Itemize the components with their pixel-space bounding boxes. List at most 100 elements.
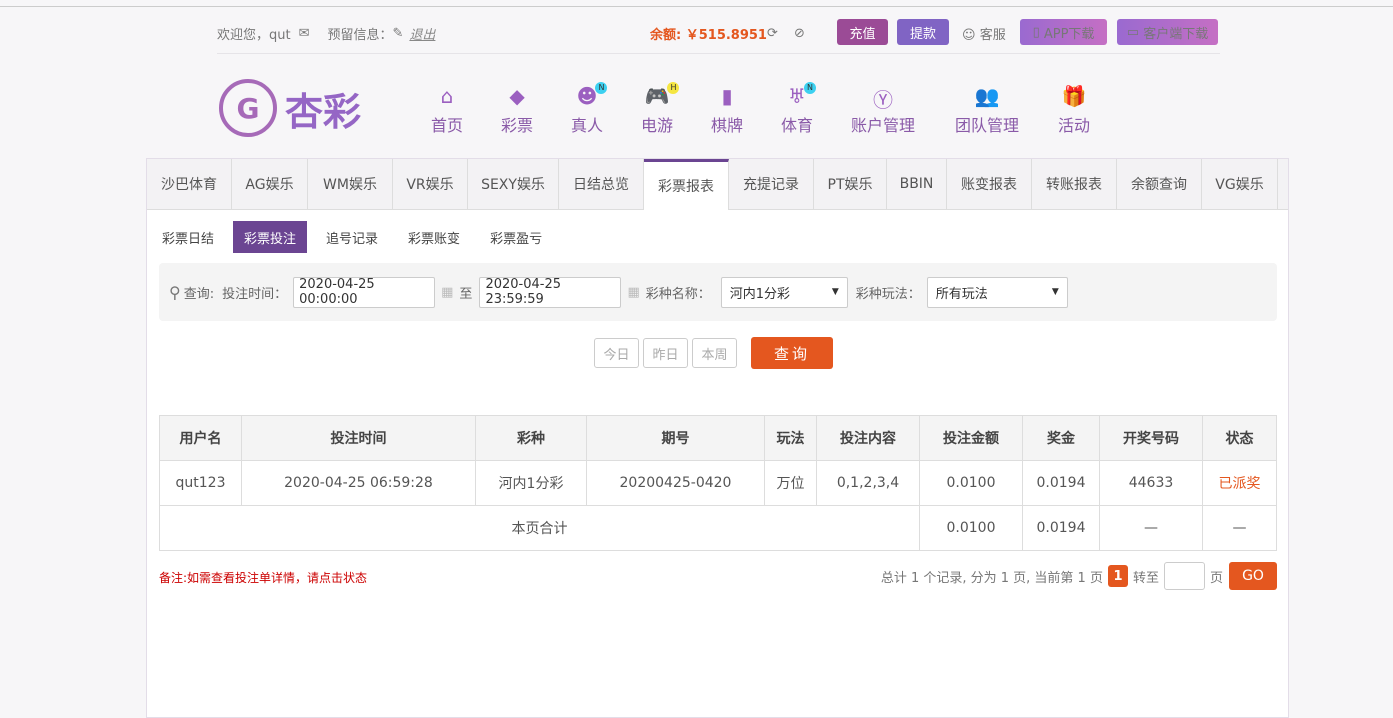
nav-label: 活动 [1058, 116, 1091, 135]
tab-vg[interactable]: VG娱乐 [1202, 159, 1278, 209]
nav-egames[interactable]: 🎮 H 电游 [641, 82, 680, 136]
nav-home[interactable]: ⌂ 首页 [431, 84, 463, 136]
lottery-name-label: 彩种名称： [645, 286, 711, 302]
trophy-icon: ♅ N [788, 82, 816, 110]
nav-cards[interactable]: ▮ 棋牌 [711, 84, 743, 136]
total-bonus: 0.0194 [1022, 505, 1100, 551]
start-time-input[interactable]: 2020-04-25 00:00:00 [293, 276, 436, 308]
tab-account-change[interactable]: 账变报表 [947, 159, 1032, 209]
tab-balance[interactable]: 余额查询 [1117, 159, 1202, 209]
total-label: 本页合计 [159, 505, 920, 551]
gamepad-icon: 🎮 H [645, 82, 680, 110]
cell-draw-numbers: 44633 [1099, 460, 1203, 506]
home-icon: ⌂ [440, 84, 454, 108]
nav-team[interactable]: 👥 团队管理 [955, 84, 1019, 136]
search-icon: ⚲ [169, 282, 181, 302]
tab-wm[interactable]: WM娱乐 [308, 159, 393, 209]
tab-deposit-withdraw[interactable]: 充提记录 [729, 159, 814, 209]
table-header-row: 用户名 投注时间 彩种 期号 玩法 投注内容 投注金额 奖金 开奖号码 状态 [159, 415, 1277, 461]
column-header: 用户名 [159, 415, 242, 461]
subtab-lottery-bets[interactable]: 彩票投注 [233, 221, 308, 253]
client-download-label: 客户端下载 [1143, 26, 1209, 42]
search-button[interactable]: 查询 [751, 337, 833, 369]
withdraw-button[interactable]: 提款 [897, 19, 949, 45]
today-button[interactable]: 今日 [594, 338, 639, 368]
report-tabs: 沙巴体育 AG娱乐 WM娱乐 VR娱乐 SEXY娱乐 日结总览 彩票报表 充提记… [147, 159, 1288, 210]
customer-service-link[interactable]: ☺ 客服 [962, 24, 1006, 43]
nav-lottery[interactable]: ◆ 彩票 [501, 84, 533, 136]
lottery-value: 河内1分彩 [729, 286, 791, 302]
service-label: 客服 [979, 28, 1006, 43]
tab-bbin[interactable]: BBIN [887, 159, 947, 209]
play-value: 所有玩法 [935, 286, 988, 302]
welcome-text: 欢迎您，qut [217, 28, 291, 43]
top-divider [0, 6, 1393, 7]
pager-summary: 总计 1 个记录, 分为 1 页, 当前第 1 页 [880, 570, 1103, 586]
nav-label: 真人 [571, 116, 604, 135]
current-page[interactable]: 1 [1107, 565, 1128, 587]
client-download-button[interactable]: ▭ 客户端下载 [1117, 19, 1218, 45]
nav-activity[interactable]: 🎁 活动 [1058, 84, 1090, 136]
tab-sexy[interactable]: SEXY娱乐 [468, 159, 559, 209]
pagination: 总计 1 个记录, 分为 1 页, 当前第 1 页 1 转至 页 GO [881, 562, 1277, 590]
edit-icon[interactable]: ✎ [393, 26, 404, 41]
total-numbers: — [1099, 505, 1203, 551]
subtab-chase-records[interactable]: 追号记录 [315, 221, 389, 253]
tab-ag[interactable]: AG娱乐 [232, 159, 308, 209]
page-input[interactable] [1163, 562, 1205, 590]
cards-icon: ▮ [721, 84, 733, 108]
calendar-icon[interactable]: ▦ [627, 285, 639, 300]
cell-play: 万位 [764, 460, 817, 506]
yesterday-button[interactable]: 昨日 [643, 338, 688, 368]
nav-label: 彩票 [501, 116, 534, 135]
calendar-icon[interactable]: ▦ [441, 285, 453, 300]
cell-issue: 20200425-0420 [586, 460, 765, 506]
cell-username: qut123 [159, 460, 242, 506]
nav-live[interactable]: ☻ N 真人 [571, 82, 608, 136]
sub-tabs: 彩票日结 彩票投注 追号记录 彩票账变 彩票盈亏 [151, 221, 561, 253]
nav-label: 团队管理 [955, 116, 1020, 135]
monitor-icon: ▭ [1126, 24, 1144, 40]
cell-lottery: 河内1分彩 [475, 460, 587, 506]
lottery-select[interactable]: 河内1分彩 ▼ [720, 276, 848, 308]
recharge-button[interactable]: 充值 [837, 19, 888, 45]
hide-eye-icon[interactable]: ⊘ [794, 26, 805, 41]
dropdown-arrow-icon: ▼ [831, 287, 839, 297]
total-amount: 0.0100 [919, 505, 1023, 551]
refresh-icon[interactable]: ⟳ [767, 26, 778, 41]
team-icon: 👥 [974, 84, 1000, 108]
mail-icon[interactable]: ✉ [299, 26, 310, 41]
cell-amount: 0.0100 [919, 460, 1023, 506]
subtab-lottery-profit[interactable]: 彩票盈亏 [479, 221, 553, 253]
badge: H [667, 82, 680, 94]
logout-link[interactable]: 退出 [409, 24, 435, 43]
nav-label: 首页 [431, 116, 464, 135]
logo[interactable]: G 杏彩 [219, 78, 369, 138]
quick-buttons: 今日 昨日 本周 查询 [594, 337, 833, 369]
tab-daily-overview[interactable]: 日结总览 [559, 159, 644, 209]
tab-transfer[interactable]: 转账报表 [1032, 159, 1117, 209]
logo-text: 杏彩 [285, 89, 362, 134]
nav-sports[interactable]: ♅ N 体育 [781, 82, 816, 136]
this-week-button[interactable]: 本周 [692, 338, 737, 368]
bet-time-label: 投注时间： [222, 286, 288, 302]
subtab-lottery-account-change[interactable]: 彩票账变 [397, 221, 471, 253]
nav-account[interactable]: Ⓨ 账户管理 [851, 84, 915, 136]
app-download-button[interactable]: ▯ APP下载 [1020, 19, 1107, 45]
tab-vr[interactable]: VR娱乐 [393, 159, 468, 209]
report-panel: 沙巴体育 AG娱乐 WM娱乐 VR娱乐 SEXY娱乐 日结总览 彩票报表 充提记… [146, 158, 1289, 718]
subtab-lottery-daily[interactable]: 彩票日结 [151, 221, 225, 253]
column-header: 状态 [1202, 415, 1277, 461]
ticket-icon: ◆ [509, 84, 525, 108]
tab-saba[interactable]: 沙巴体育 [147, 159, 232, 209]
nav-label: 电游 [641, 116, 674, 135]
tab-lottery-report[interactable]: 彩票报表 [644, 159, 729, 210]
end-time-input[interactable]: 2020-04-25 23:59:59 [479, 276, 622, 308]
play-select[interactable]: 所有玩法 ▼ [926, 276, 1068, 308]
tab-pt[interactable]: PT娱乐 [814, 159, 887, 209]
go-button[interactable]: GO [1229, 562, 1277, 590]
column-header: 投注金额 [919, 415, 1023, 461]
cell-bet-time: 2020-04-25 06:59:28 [241, 460, 476, 506]
status-link[interactable]: 已派奖 [1202, 460, 1277, 506]
nav-label: 体育 [781, 116, 814, 135]
